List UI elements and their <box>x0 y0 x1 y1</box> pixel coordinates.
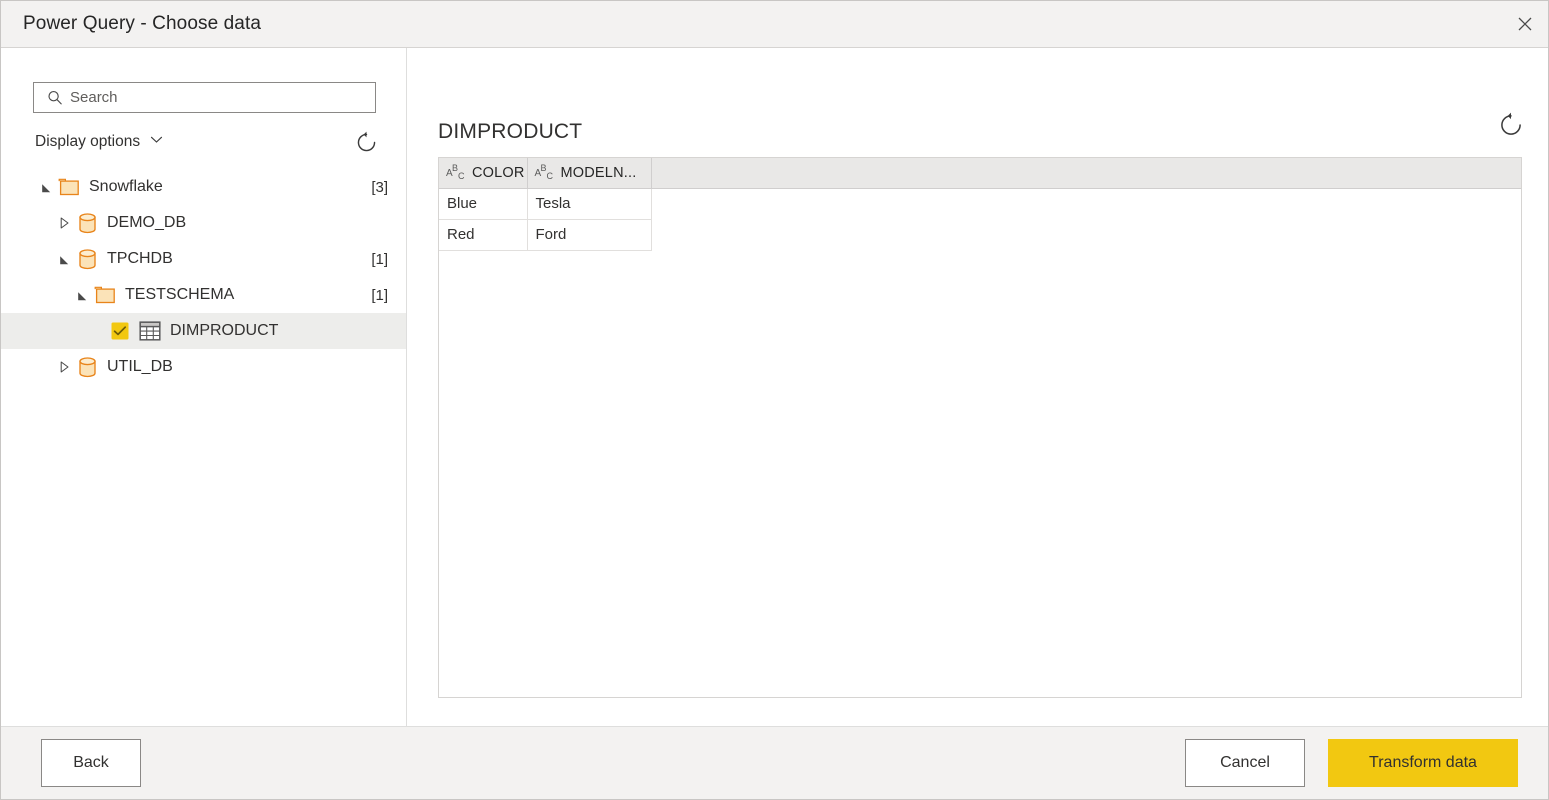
tree-item-dimproduct[interactable]: DIMPRODUCT <box>1 313 406 349</box>
cancel-button[interactable]: Cancel <box>1185 739 1305 787</box>
tree-item-checkbox[interactable] <box>111 322 129 340</box>
tree-item-snowflake[interactable]: Snowflake [3] <box>1 169 406 205</box>
table-icon <box>138 320 162 342</box>
preview-table-container: A B C COLOR A B C MODELN... Blue Tesla Red Ford <box>438 157 1522 698</box>
database-icon <box>75 212 99 234</box>
search-box[interactable] <box>33 82 376 113</box>
column-header-filler <box>651 158 1521 189</box>
twisty-expanded-icon[interactable] <box>35 169 57 205</box>
tree-item-label: DIMPRODUCT <box>170 322 279 339</box>
table-cell-filler <box>651 188 1521 219</box>
table-cell: Blue <box>439 188 528 220</box>
abc-text-type-icon: ABC <box>534 162 554 181</box>
table-row[interactable]: Blue Tesla <box>439 188 1521 220</box>
back-button[interactable]: Back <box>41 739 141 787</box>
preview-header: DIMPRODUCT <box>438 112 1522 144</box>
display-options-row: Display options <box>35 129 380 155</box>
column-header[interactable]: A B C COLOR <box>439 158 528 189</box>
display-options-dropdown[interactable]: Display options <box>35 132 164 152</box>
tree-item-testschema[interactable]: TESTSCHEMA [1] <box>1 277 406 313</box>
tree-item-util_db[interactable]: UTIL_DB <box>1 349 406 385</box>
abc-text-type-icon: ABC <box>446 162 465 181</box>
twisty-collapsed-icon[interactable] <box>53 349 75 385</box>
chevron-down-icon <box>149 132 164 152</box>
table-cell-filler <box>651 219 1521 250</box>
footer-actions: Cancel Transform data <box>1185 739 1518 787</box>
database-icon <box>75 248 99 270</box>
title-bar: Power Query - Choose data <box>1 1 1548 48</box>
folder-icon <box>93 284 117 306</box>
tree-item-demo_db[interactable]: DEMO_DB <box>1 205 406 241</box>
preview-header-row: A B C COLOR A B C MODELN... <box>439 158 1521 189</box>
search-icon <box>46 89 64 107</box>
column-header-label: MODELN... <box>560 164 637 181</box>
dialog-footer: Back Cancel Transform data <box>1 726 1548 799</box>
display-options-label: Display options <box>35 133 141 150</box>
tree-item-label: UTIL_DB <box>107 358 173 375</box>
tree-item-label: TPCHDB <box>107 250 173 267</box>
tree-item-label: Snowflake <box>89 178 163 195</box>
tree-item-label: TESTSCHEMA <box>125 286 235 303</box>
dialog-body: Display options Sn <box>1 48 1548 726</box>
navigator-refresh-button[interactable] <box>353 129 380 156</box>
close-icon <box>1518 17 1532 31</box>
preview-panel: DIMPRODUCT A B C COLOR A B C MODELN... Blue Tesl… <box>407 48 1548 726</box>
column-header-label: COLOR <box>472 164 525 181</box>
tree-item-count: [1] <box>371 250 388 268</box>
tree-item-label: DEMO_DB <box>107 214 187 231</box>
folder-icon <box>57 176 81 198</box>
refresh-icon <box>1498 112 1524 141</box>
database-icon <box>75 356 99 378</box>
tree-item-count: [3] <box>371 178 388 196</box>
transform-data-button[interactable]: Transform data <box>1328 739 1518 787</box>
tree-item-count: [1] <box>371 286 388 304</box>
page-title: Power Query - Choose data <box>23 13 262 34</box>
preview-table-body: Blue Tesla Red Ford <box>439 188 1521 251</box>
twisty-expanded-icon[interactable] <box>71 277 93 313</box>
table-cell: Ford <box>527 219 652 251</box>
table-row[interactable]: Red Ford <box>439 219 1521 251</box>
close-button[interactable] <box>1502 1 1548 47</box>
preview-table-head: A B C COLOR A B C MODELN... <box>439 158 1521 189</box>
table-cell: Red <box>439 219 528 251</box>
twisty-expanded-icon[interactable] <box>53 241 75 277</box>
navigator-panel: Display options Sn <box>1 48 407 726</box>
preview-title: DIMPRODUCT <box>438 120 583 143</box>
tree-item-tpchdb[interactable]: TPCHDB [1] <box>1 241 406 277</box>
preview-refresh-button[interactable] <box>1498 112 1524 138</box>
search-input[interactable] <box>70 89 367 106</box>
table-cell: Tesla <box>527 188 652 220</box>
preview-table: A B C COLOR A B C MODELN... Blue Tesla Red Ford <box>439 158 1521 251</box>
refresh-icon <box>355 131 378 154</box>
power-query-dialog: Power Query - Choose data Search Display… <box>0 0 1549 800</box>
object-tree[interactable]: Snowflake [3] DEMO_DB TPCHDB [1] TESTSCHEMA [1… <box>1 169 406 726</box>
column-header[interactable]: A B C MODELN... <box>527 158 652 189</box>
twisty-collapsed-icon[interactable] <box>53 205 75 241</box>
